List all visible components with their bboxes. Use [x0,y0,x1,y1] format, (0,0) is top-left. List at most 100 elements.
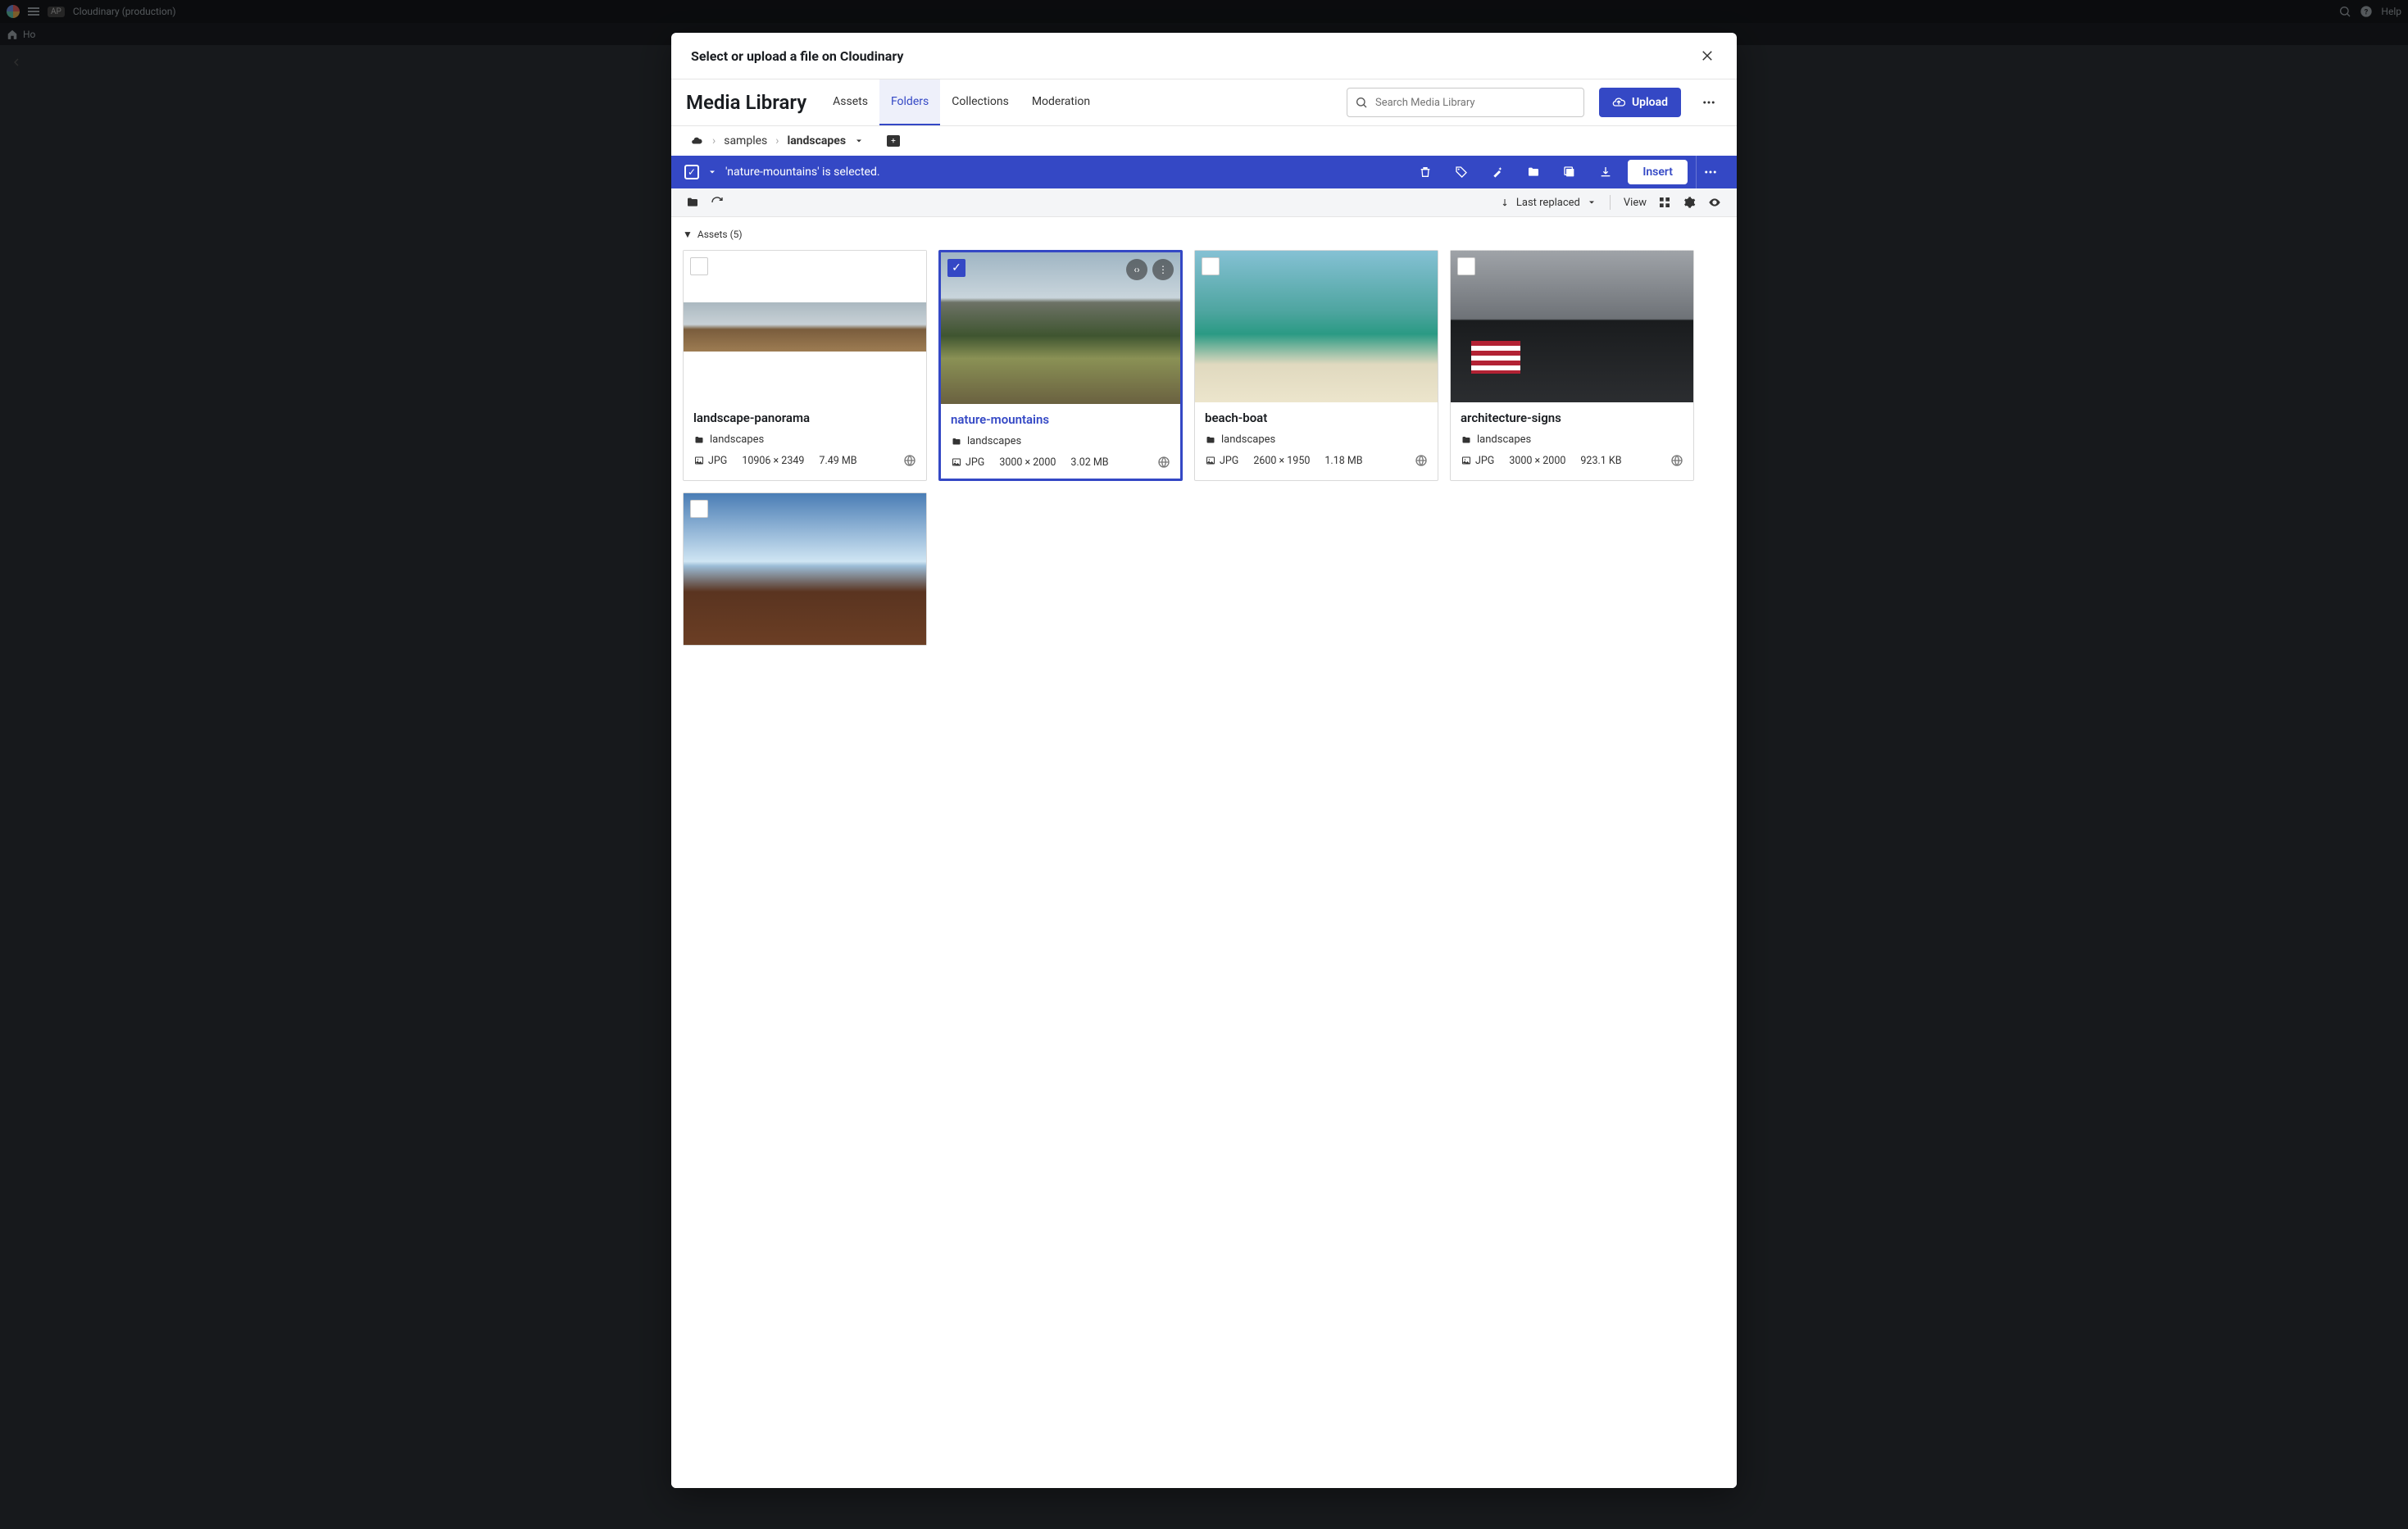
assets-count-label: Assets (5) [697,229,743,240]
asset-more-button[interactable]: ⋮ [1152,259,1174,280]
folder-icon [693,435,705,445]
search-icon [1355,96,1368,109]
asset-folder[interactable]: landscapes [693,433,916,446]
modal-title: Select or upload a file on Cloudinary [691,48,903,64]
download-button[interactable] [1592,166,1620,179]
asset-thumbnail[interactable] [1451,251,1693,402]
asset-checkbox[interactable] [1457,257,1475,275]
cloud-root-icon[interactable] [689,135,704,147]
asset-size: 1.18 MB [1324,455,1362,467]
asset-card[interactable] [683,492,927,646]
asset-thumbnail[interactable] [1195,251,1438,402]
refresh-icon [711,196,724,209]
preview-toggle-button[interactable] [1707,196,1722,209]
close-button[interactable] [1697,46,1717,66]
selection-dropdown[interactable] [707,167,717,177]
image-icon [1205,456,1216,465]
asset-checkbox[interactable] [690,500,708,518]
asset-code-button[interactable]: ‹› [1126,259,1147,280]
asset-folder[interactable]: landscapes [1461,433,1683,446]
tab-collections[interactable]: Collections [940,79,1020,125]
breadcrumb-separator: › [775,134,779,147]
globe-icon [903,454,916,467]
edit-button[interactable] [1483,166,1511,179]
collection-button[interactable] [1556,166,1583,179]
eye-icon [1707,196,1722,209]
asset-dimensions: 3000 × 2000 [1509,455,1565,467]
asset-card-body: beach-boatlandscapesJPG2600 × 19501.18 M… [1195,402,1438,477]
image-icon [1461,456,1472,465]
chevron-down-icon [1587,197,1597,207]
asset-format: JPG [1475,455,1494,467]
asset-card[interactable]: architecture-signs landscapes JPG 3000 × 20… [1450,250,1694,481]
asset-card[interactable]: landscape-panoramalandscapesJPG10906 × 2… [683,250,927,481]
breadcrumb-item-samples[interactable]: samples [724,134,767,147]
asset-visibility-icon[interactable] [1415,454,1428,467]
tab-folders[interactable]: Folders [879,79,940,125]
delete-button[interactable] [1411,166,1439,179]
asset-size: 3.02 MB [1070,456,1108,469]
asset-image [684,302,926,352]
breadcrumb-dropdown[interactable] [854,136,864,146]
asset-image [1451,251,1693,402]
asset-name: architecture-signs [1461,411,1683,425]
asset-thumbnail[interactable]: ✓ ‹›⋮ [941,252,1180,404]
selection-checkbox[interactable]: ✓ [684,165,699,179]
globe-icon [1157,456,1170,469]
asset-format: JPG [1220,455,1238,467]
grid-view-button[interactable] [1658,196,1671,209]
folder-view-button[interactable] [686,196,699,209]
asset-dimensions: 3000 × 2000 [999,456,1056,469]
asset-thumbnail[interactable] [684,251,926,402]
folder-icon [1527,166,1540,179]
sort-dropdown[interactable]: Last replaced View [1500,195,1647,210]
trash-icon [1419,166,1432,179]
asset-visibility-icon[interactable] [903,454,916,467]
view-label: View [1624,197,1647,209]
tab-assets[interactable]: Assets [821,79,879,125]
asset-thumbnail[interactable] [684,493,926,645]
asset-meta: JPG2600 × 19501.18 MB [1205,454,1428,467]
breadcrumb: › samples › landscapes + [671,125,1737,156]
more-horizontal-icon [1703,165,1718,179]
asset-visibility-icon[interactable] [1157,456,1170,469]
move-button[interactable] [1520,166,1547,179]
settings-button[interactable] [1683,196,1696,209]
asset-grid: landscape-panoramalandscapesJPG10906 × 2… [683,250,1725,646]
header-more-button[interactable] [1696,89,1722,116]
asset-list-area: ▼ Assets (5) landscape-panoramalandscape… [671,217,1737,1488]
library-title: Media Library [686,79,806,125]
search-input[interactable] [1347,88,1584,117]
new-folder-button[interactable]: + [887,135,900,147]
asset-checkbox[interactable] [690,257,708,275]
asset-meta: JPG10906 × 23497.49 MB [693,454,916,467]
cloud-upload-icon [1612,96,1625,109]
asset-meta: JPG3000 × 2000923.1 KB [1461,454,1683,467]
upload-label: Upload [1632,96,1668,109]
assets-section-header[interactable]: ▼ Assets (5) [683,225,1725,243]
sort-arrow-icon [1500,197,1510,207]
collapse-triangle-icon: ▼ [683,229,693,240]
asset-checkbox[interactable] [1202,257,1220,275]
grid-icon [1658,196,1671,209]
asset-folder[interactable]: landscapes [1205,433,1428,446]
close-icon [1700,48,1715,63]
asset-card[interactable]: beach-boatlandscapesJPG2600 × 19501.18 M… [1194,250,1438,481]
tag-button[interactable] [1447,166,1475,179]
refresh-button[interactable] [711,196,724,209]
asset-card[interactable]: ✓‹›⋮nature-mountainslandscapesJPG3000 × … [938,250,1183,481]
asset-checkbox[interactable]: ✓ [947,259,965,277]
upload-button[interactable]: Upload [1599,88,1681,117]
image-icon [951,457,962,467]
selection-more-button[interactable] [1696,156,1724,188]
asset-format: JPG [965,456,984,469]
insert-button[interactable]: Insert [1628,160,1688,184]
sort-label: Last replaced [1516,197,1580,209]
modal-header: Select or upload a file on Cloudinary [671,33,1737,79]
asset-visibility-icon[interactable] [1670,454,1683,467]
asset-folder[interactable]: landscapes [951,435,1170,447]
asset-card-body: nature-mountainslandscapesJPG3000 × 2000… [941,404,1180,479]
breadcrumb-item-current[interactable]: landscapes [787,134,846,147]
asset-meta: JPG 3000 × 2000 3.02 MB [951,456,1170,469]
tab-moderation[interactable]: Moderation [1020,79,1102,125]
